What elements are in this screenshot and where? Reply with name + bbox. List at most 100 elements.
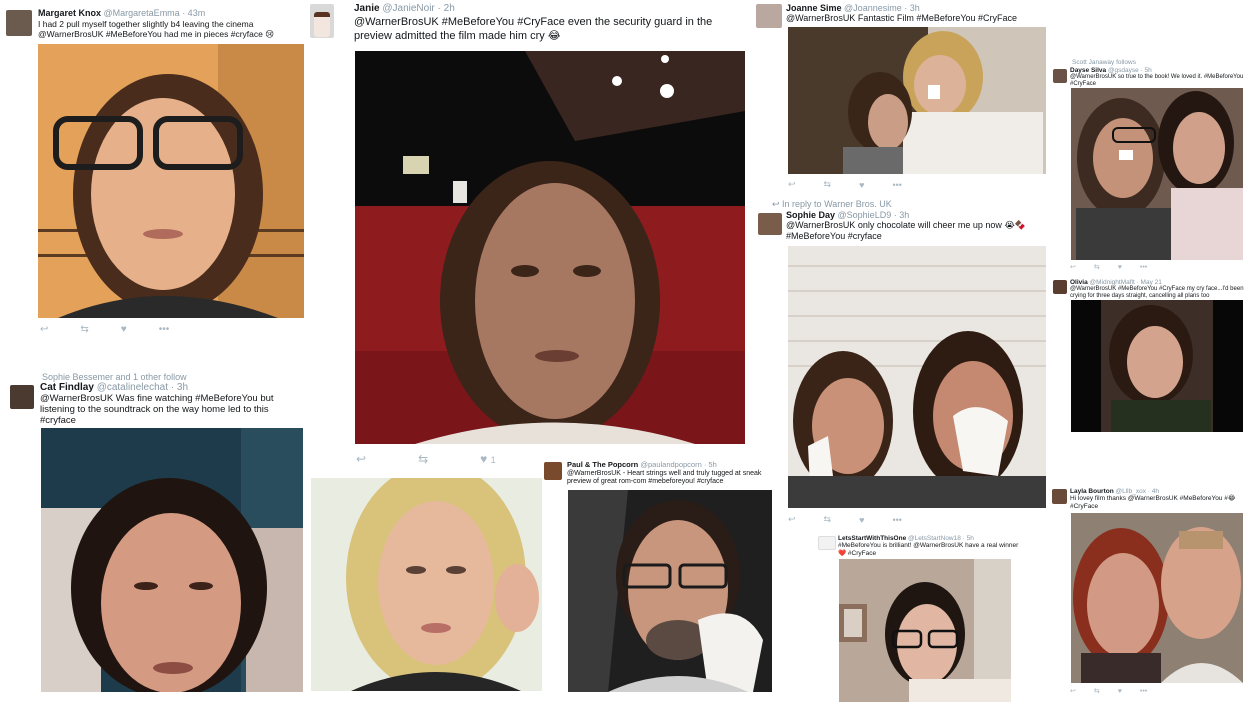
more-icon[interactable]: ••• [159, 324, 170, 335]
more-icon[interactable]: ••• [892, 515, 901, 525]
tweet-header: Janie @JanieNoir · 2h [354, 3, 455, 15]
tweet-photo[interactable] [788, 27, 1046, 174]
user-name[interactable]: Janie [354, 3, 380, 14]
reply-icon[interactable]: ↩ [788, 514, 796, 525]
heart-icon[interactable]: ♥ 1 [480, 452, 495, 466]
avatar[interactable] [1053, 69, 1067, 83]
more-icon[interactable]: ••• [1140, 688, 1147, 695]
tweet-card-sophie: ↩ In reply to Warner Bros. UK Sophie Day… [752, 196, 1050, 528]
user-handle[interactable]: @Lllb_xox · 4h [1116, 488, 1159, 495]
social-context: Scott Janaway follows [1072, 59, 1136, 66]
tweet-photo[interactable] [788, 246, 1046, 508]
tweet-text: Hi lovey film thanks @WarnerBrosUK #MeBe… [1070, 495, 1236, 510]
tweet-photo[interactable] [355, 51, 745, 444]
tweet-photo[interactable] [568, 490, 772, 692]
tweet-text: @WarnerBrosUK Was fine watching #MeBefor… [40, 393, 274, 427]
social-context: Sophie Bessemer and 1 other follow [42, 372, 187, 382]
retweet-icon[interactable]: ⇆ [80, 324, 88, 335]
user-handle[interactable]: @MidnightMaflt · May 21 [1090, 279, 1162, 286]
reply-icon[interactable]: ↩ [788, 179, 796, 190]
user-handle[interactable]: @catalinelechat · 3h [97, 382, 188, 393]
tweet-actions: ↩ ⇆ ♥ ••• [40, 324, 169, 335]
tweet-text: @WarnerBrosUK - Heart strings well and t… [567, 470, 762, 486]
user-name[interactable]: Paul & The Popcorn [567, 460, 638, 469]
tweet-card-paul: Paul & The Popcorn @paulandpopcorn · 5h … [542, 457, 778, 702]
avatar[interactable] [310, 4, 334, 38]
retweet-icon[interactable]: ⇆ [824, 514, 832, 525]
user-name[interactable]: Margaret Knox [38, 8, 101, 18]
tweet-photo[interactable] [38, 44, 304, 318]
tweet-actions: ↩ ⇆ ♥ ••• [1070, 687, 1147, 696]
tweet-text: @WarnerBrosUK Fantastic Film #MeBeforeYo… [786, 13, 1018, 23]
user-handle[interactable]: @MargaretaEmma · 43m [104, 8, 206, 18]
tweet-photo[interactable] [1071, 513, 1243, 683]
avatar[interactable] [544, 462, 562, 480]
like-count: 1 [490, 455, 496, 465]
more-icon[interactable]: ••• [1140, 264, 1147, 271]
tweet-photo[interactable] [41, 428, 303, 692]
avatar[interactable] [10, 385, 34, 409]
tweet-text: @WarnerBrosUK so true to the book! We lo… [1070, 74, 1244, 88]
tweet-actions: ↩ ⇆ ♥ ••• [788, 514, 902, 525]
reply-icon[interactable]: ↩ [356, 452, 366, 466]
tweet-actions: ↩ ⇆ ♥ ••• [788, 179, 902, 190]
user-handle[interactable]: @Joannesime · 3h [844, 3, 920, 13]
retweet-icon[interactable]: ⇆ [418, 452, 428, 466]
reply-context: ↩ In reply to Warner Bros. UK [772, 199, 892, 209]
tweet-header: Paul & The Popcorn @paulandpopcorn · 5h [567, 460, 717, 470]
user-name[interactable]: LetsStartWithThisOne [838, 535, 906, 542]
user-handle[interactable]: @paulandpopcorn · 5h [640, 460, 716, 469]
tweet-card-margaret: Margaret Knox @MargaretaEmma · 43m I had… [0, 0, 306, 345]
tweet-actions: ↩ ⇆ ♥ ••• [1070, 263, 1147, 272]
heart-icon[interactable]: ♥ [859, 515, 864, 525]
heart-icon[interactable]: ♥ [1118, 264, 1122, 271]
tweet-photo[interactable] [1071, 88, 1243, 260]
avatar[interactable] [758, 213, 782, 235]
avatar[interactable] [6, 10, 32, 36]
tweet-photo[interactable] [839, 559, 1011, 702]
tweet-card-letsstart: LetsStartWithThisOne @LetsStartNow18 · 5… [778, 528, 1050, 702]
user-name[interactable]: Joanne Sime [786, 3, 842, 13]
user-handle[interactable]: @JanieNoir · 2h [382, 3, 454, 14]
reply-icon[interactable]: ↩ [1070, 687, 1076, 695]
avatar[interactable] [1053, 280, 1067, 294]
reply-icon[interactable]: ↩ [1070, 263, 1076, 271]
tweet-photo[interactable] [311, 478, 542, 691]
user-handle[interactable]: @gsdayse · 5h [1108, 67, 1152, 74]
user-name[interactable]: Cat Findlay [40, 382, 94, 393]
retweet-icon[interactable]: ⇆ [1094, 263, 1100, 271]
reply-context-text[interactable]: In reply to Warner Bros. UK [782, 199, 892, 209]
heart-glyph: ♥ [480, 452, 488, 466]
more-icon[interactable]: ••• [892, 180, 901, 190]
tweet-actions: ↩ ⇆ ♥ 1 [356, 452, 496, 466]
tweet-card-olivia: Olivia @MidnightMaflt · May 21 @WarnerBr… [1050, 276, 1248, 436]
tweet-header: Joanne Sime @Joannesime · 3h [786, 3, 920, 13]
user-handle[interactable]: @LetsStartNow18 · 5h [908, 535, 974, 542]
user-name[interactable]: Sophie Day [786, 210, 835, 220]
tweet-card-layla: Layla Bourton @Lllb_xox · 4h Hi lovey fi… [1050, 484, 1248, 702]
user-name[interactable]: Dayse Silva [1070, 67, 1106, 74]
heart-icon[interactable]: ♥ [859, 180, 864, 190]
tweet-photo[interactable] [1071, 300, 1243, 432]
tweet-card-janie: Janie @JanieNoir · 2h @WarnerBrosUK #MeB… [306, 0, 752, 470]
tweet-card-cat: Sophie Bessemer and 1 other follow Cat F… [0, 370, 306, 702]
tweet-card-dayse: Scott Janaway follows Dayse Silva @gsday… [1050, 58, 1248, 273]
user-name[interactable]: Olivia [1070, 279, 1088, 286]
tweet-card-photo [306, 472, 546, 702]
avatar[interactable] [818, 536, 836, 550]
retweet-icon[interactable]: ⇆ [824, 179, 832, 190]
tweet-header: Margaret Knox @MargaretaEmma · 43m [38, 8, 205, 18]
user-name[interactable]: Layla Bourton [1070, 488, 1114, 495]
tweet-header: Cat Findlay @catalinelechat · 3h [40, 382, 188, 394]
heart-icon[interactable]: ♥ [1118, 688, 1122, 695]
reply-icon[interactable]: ↩ [40, 324, 48, 335]
tweet-card-joanne: Joanne Sime @Joannesime · 3h @WarnerBros… [752, 0, 1050, 196]
user-handle[interactable]: @SophieLD9 · 3h [838, 210, 910, 220]
avatar[interactable] [756, 4, 782, 28]
tweet-text: @WarnerBrosUK #MeBeforeYou #CryFace even… [354, 16, 713, 43]
heart-icon[interactable]: ♥ [121, 324, 127, 335]
tweet-header: Sophie Day @SophieLD9 · 3h [786, 210, 909, 220]
retweet-icon[interactable]: ⇆ [1094, 687, 1100, 695]
tweet-text: @WarnerBrosUK only chocolate will cheer … [786, 220, 1027, 241]
avatar[interactable] [1052, 489, 1067, 504]
